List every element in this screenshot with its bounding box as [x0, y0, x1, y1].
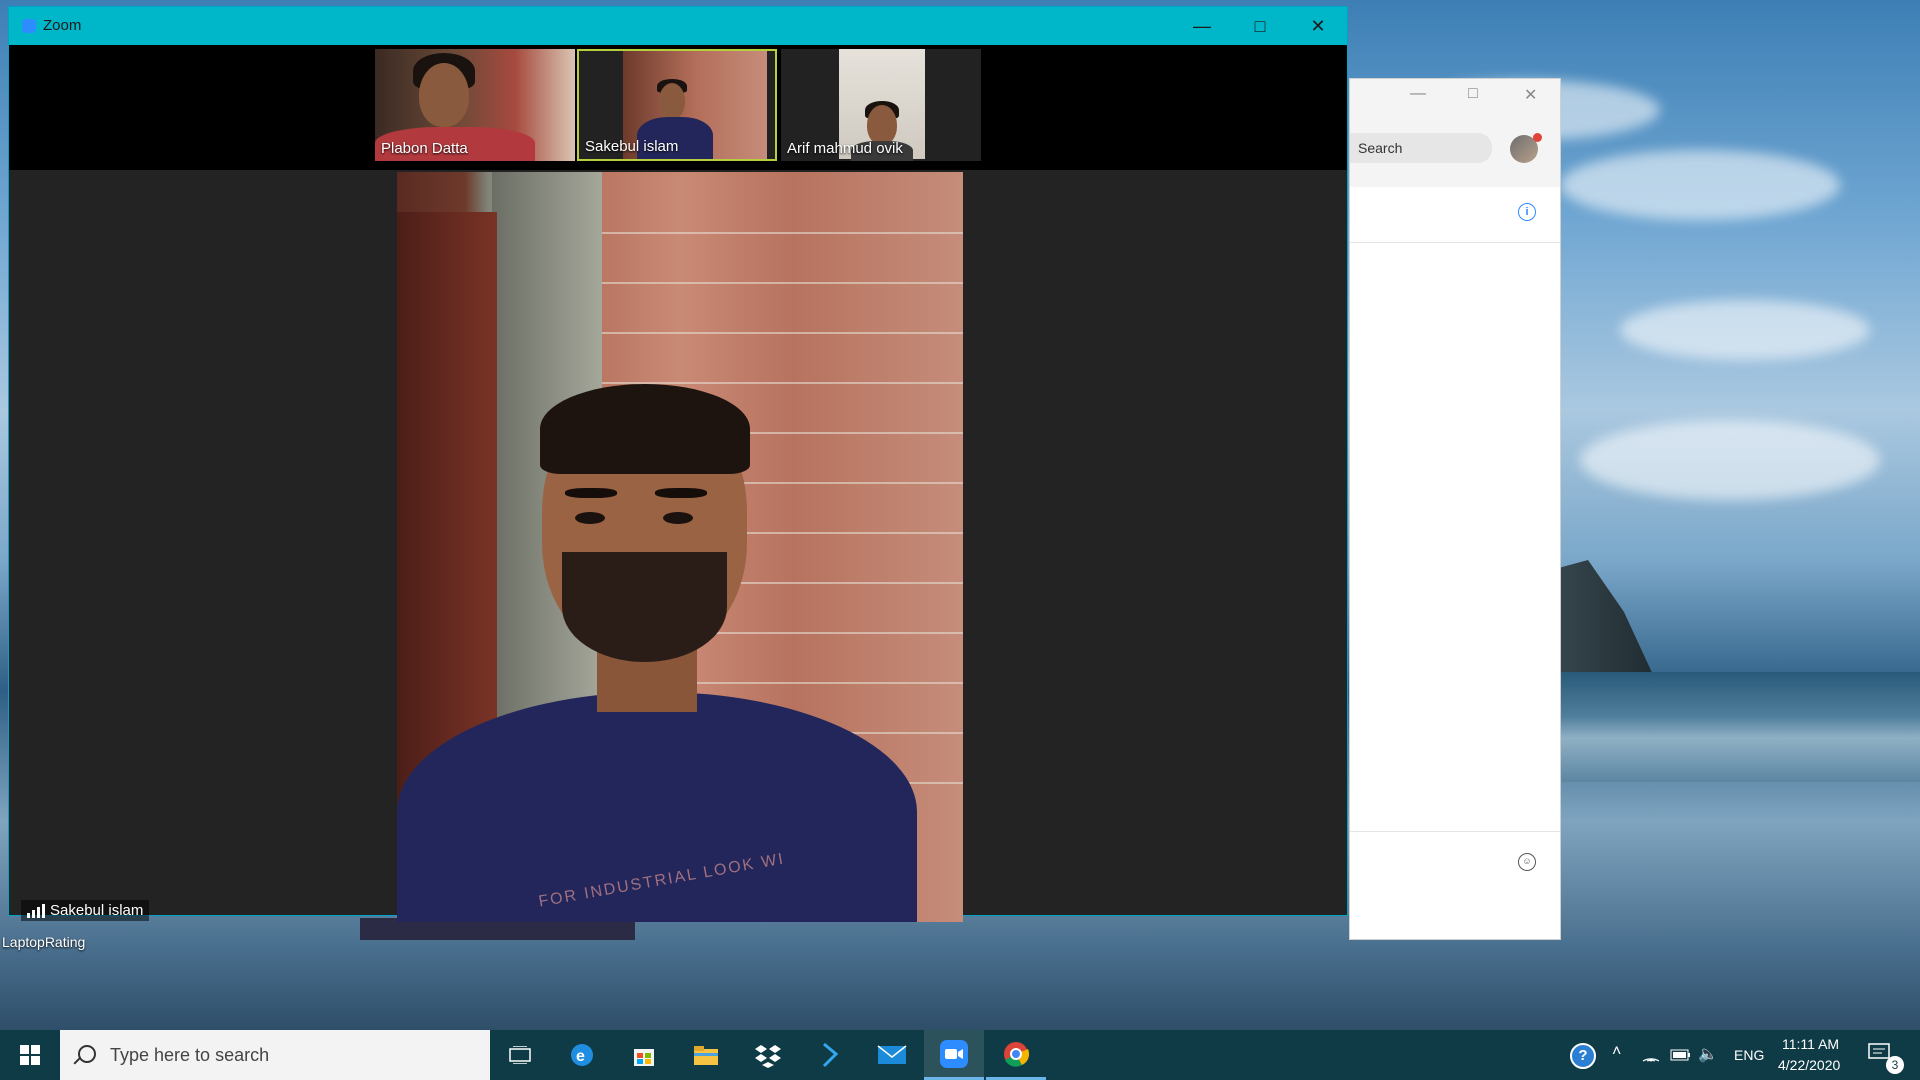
- participant-name: Sakebul islam: [585, 138, 679, 155]
- search-icon: [78, 1045, 96, 1063]
- maximize-button[interactable]: □: [1231, 7, 1289, 45]
- info-icon[interactable]: i: [1518, 203, 1536, 221]
- zoom-logo-icon: [22, 19, 36, 33]
- desktop-cloud: [1580, 420, 1880, 500]
- windows-logo-icon: [20, 1045, 40, 1065]
- speaker-eye: [663, 512, 693, 524]
- desktop-cloud: [1620, 300, 1870, 360]
- chevron-up-icon[interactable]: ˄: [1612, 1043, 1621, 1061]
- brick-mortar: [587, 282, 963, 284]
- notification-count-badge: 3: [1886, 1056, 1904, 1074]
- chat-header: — □ ✕ Search: [1350, 79, 1560, 187]
- participant-tile-active[interactable]: Sakebul islam: [577, 49, 777, 161]
- brick-mortar: [587, 232, 963, 234]
- visual-studio-icon[interactable]: [800, 1030, 860, 1080]
- edge-icon[interactable]: e: [552, 1030, 612, 1080]
- brick-mortar: [587, 332, 963, 334]
- speaker-hair: [540, 384, 750, 474]
- taskbar-search-box[interactable]: Type here to search: [60, 1030, 490, 1080]
- participant-face: [867, 105, 897, 145]
- language-indicator[interactable]: ENG: [1734, 1047, 1764, 1063]
- speaker-beard: [562, 552, 727, 662]
- signal-strength-icon: [27, 903, 45, 918]
- minimize-icon[interactable]: —: [1410, 85, 1426, 103]
- zoom-meeting-window: Zoom — □ ✕ Plabon Datta Sakebul islam Ar…: [8, 6, 1348, 922]
- volume-icon[interactable]: 🔈: [1698, 1044, 1718, 1064]
- clock-time[interactable]: 11:11 AM: [1782, 1036, 1839, 1052]
- taskbar: Type here to search e ? ˄ 🔈 ENG 11:11 AM…: [0, 1030, 1920, 1080]
- mail-icon[interactable]: [862, 1030, 922, 1080]
- participant-face: [419, 63, 469, 127]
- speaker-name: Sakebul islam: [50, 902, 144, 919]
- desktop-icon-laptoprating[interactable]: LaptopRating: [2, 934, 85, 950]
- desktop-sea: [1560, 672, 1920, 782]
- minimize-button[interactable]: —: [1173, 7, 1231, 45]
- maximize-icon[interactable]: □: [1468, 85, 1478, 103]
- participant-face: [659, 83, 685, 119]
- help-icon[interactable]: ?: [1570, 1043, 1596, 1069]
- clock-date[interactable]: 4/22/2020: [1778, 1057, 1840, 1073]
- speaker-brow: [655, 488, 707, 498]
- emoji-icon[interactable]: ☺: [1518, 853, 1536, 871]
- active-speaker-video[interactable]: FOR INDUSTRIAL LOOK WI: [397, 172, 963, 922]
- file-explorer-icon[interactable]: [676, 1030, 736, 1080]
- battery-icon[interactable]: [1670, 1048, 1692, 1066]
- participant-name: Arif mahmud ovik: [787, 140, 903, 157]
- zoom-titlebar[interactable]: Zoom — □ ✕: [9, 7, 1347, 45]
- notification-dot: [1533, 133, 1542, 142]
- zoom-taskbar-icon[interactable]: [924, 1030, 984, 1080]
- close-icon[interactable]: ✕: [1524, 85, 1537, 105]
- speaker-name-label: Sakebul islam: [21, 900, 150, 921]
- store-icon[interactable]: [614, 1030, 674, 1080]
- participant-tile[interactable]: Arif mahmud ovik: [781, 49, 981, 161]
- window-title: Zoom: [43, 17, 82, 34]
- chrome-icon[interactable]: [986, 1030, 1046, 1080]
- speaker-brow: [565, 488, 617, 498]
- task-view-icon[interactable]: [490, 1030, 550, 1080]
- wifi-icon[interactable]: [1642, 1046, 1660, 1067]
- dropbox-icon[interactable]: [738, 1030, 798, 1080]
- speaker-eye: [575, 512, 605, 524]
- chat-search-input[interactable]: Search: [1350, 133, 1492, 163]
- participant-tile[interactable]: Plabon Datta: [375, 49, 575, 161]
- chat-divider: [1350, 831, 1560, 832]
- start-button[interactable]: [0, 1030, 60, 1080]
- participant-name: Plabon Datta: [381, 140, 468, 157]
- taskbar-search-placeholder: Type here to search: [110, 1045, 270, 1065]
- desktop-cloud: [1560, 150, 1840, 220]
- close-button[interactable]: ✕: [1289, 7, 1347, 45]
- chat-divider: [1350, 242, 1560, 243]
- zoom-chat-window: — □ ✕ Search i ☺: [1349, 78, 1561, 940]
- svg-text:e: e: [576, 1048, 585, 1065]
